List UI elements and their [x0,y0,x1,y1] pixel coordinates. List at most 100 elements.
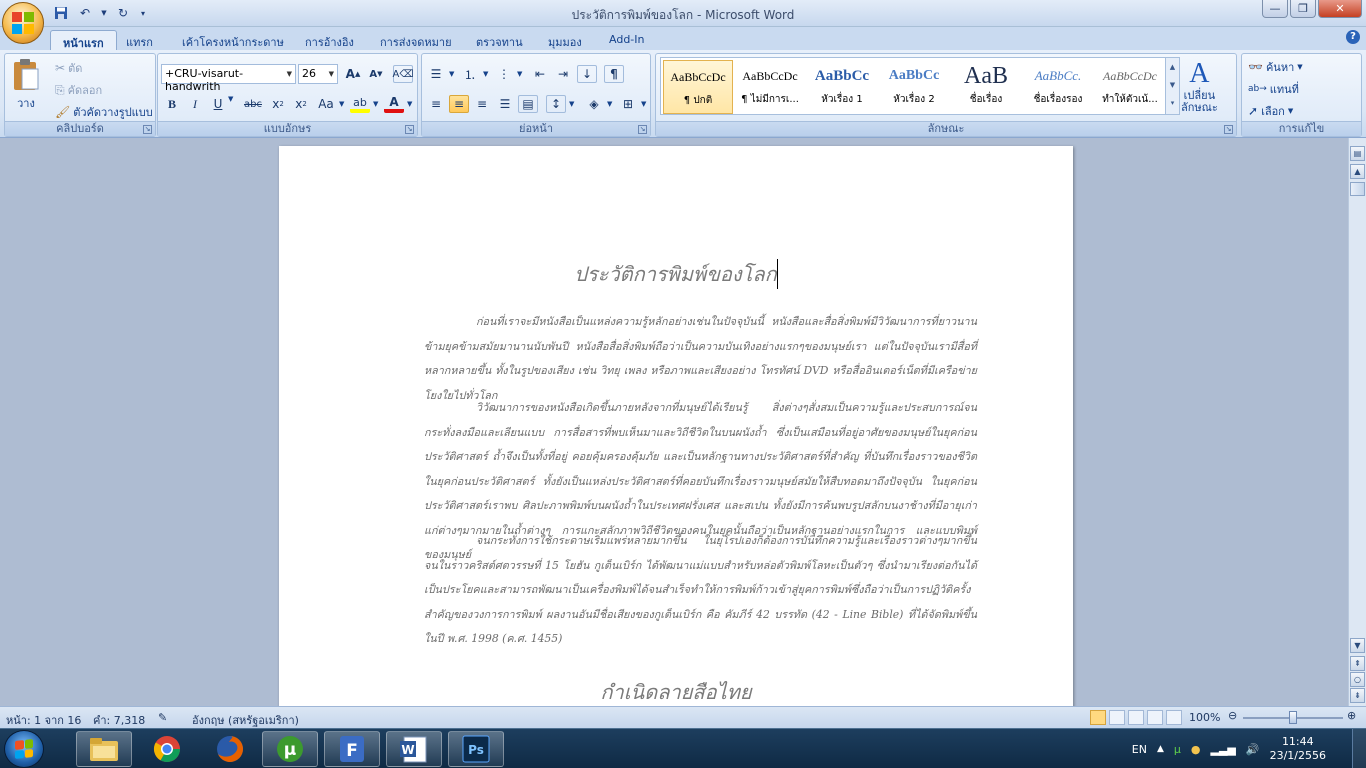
style-title[interactable]: AaB ชื่อเรื่อง [951,60,1021,114]
start-button[interactable] [4,730,44,768]
draft-icon[interactable] [1166,710,1182,725]
notification-icon[interactable]: ● [1191,743,1201,756]
office-button[interactable] [2,2,44,44]
tab-insert[interactable]: แทรก [114,30,165,50]
proofing-icon[interactable]: ✎ [158,711,167,724]
zoom-in-icon[interactable]: ⊕ [1347,709,1356,722]
distributed-button[interactable]: ▤ [518,95,538,113]
ruler-toggle-icon[interactable]: ▤ [1350,146,1365,161]
zoom-level[interactable]: 100% [1189,711,1220,724]
change-case-button[interactable]: Aa ▼ [316,95,344,113]
zoom-out-icon[interactable]: ⊖ [1228,709,1237,722]
full-screen-reading-icon[interactable] [1109,710,1125,725]
show-hidden-icons-icon[interactable]: ▲ [1157,744,1164,754]
underline-button[interactable]: U [208,95,228,113]
previous-page-icon[interactable]: ⇞ [1350,656,1365,671]
vertical-scrollbar[interactable]: ▤ ▲ ▼ ⇞ ○ ⇟ [1348,138,1366,706]
numbering-button[interactable]: ⒈ ▼ [460,65,488,83]
superscript-button[interactable]: x2 [291,95,311,113]
format-painter-button[interactable]: 🖌 ตัวคัดวางรูปแบบ [55,103,153,121]
windows-explorer-icon[interactable] [76,731,132,767]
close-button[interactable]: ✕ [1318,0,1362,18]
chevron-down-icon[interactable]: ▼ [1166,76,1179,94]
volume-icon[interactable]: 🔊 [1246,743,1260,756]
chevron-up-icon[interactable]: ▲ [1166,58,1179,76]
tab-view[interactable]: มุมมอง [536,30,594,50]
style-heading-2[interactable]: AaBbCc หัวเรื่อง 2 [879,60,949,114]
strikethrough-button[interactable]: abc [243,95,263,113]
page-count[interactable]: หน้า: 1 จาก 16 [6,711,81,729]
minimize-button[interactable]: — [1262,0,1288,18]
restore-button[interactable]: ❐ [1290,0,1316,18]
clipboard-launcher-icon[interactable]: ↘ [143,125,152,134]
line-spacing-button[interactable]: ↕ ▼ [546,95,574,113]
firefox-icon[interactable] [202,731,258,767]
font-color-button[interactable]: A ▼ [384,95,412,113]
style-subtle-emphasis[interactable]: AaBbCcDc ทำให้ตัวเน้... [1095,60,1165,114]
language-indicator[interactable]: EN [1132,743,1147,756]
document-title[interactable]: ประวัติการพิมพ์ของโลก [279,258,1073,290]
font-launcher-icon[interactable]: ↘ [405,125,414,134]
style-no-spacing[interactable]: AaBbCcDc ¶ ไม่มีการเ... [735,60,805,114]
sort-button[interactable]: ↓ [577,65,597,83]
font-size-dropdown[interactable]: 26 ▼ [298,64,338,84]
tab-page-layout[interactable]: เค้าโครงหน้ากระดาษ [170,30,296,50]
decrease-indent-button[interactable]: ⇤ [530,65,550,83]
align-left-button[interactable]: ≡ [426,95,446,113]
bullets-button[interactable]: ☰ ▼ [426,65,455,83]
font-name-dropdown[interactable]: +CRU-visarut-handwrith ▼ [161,64,296,93]
tab-mailings[interactable]: การส่งจดหมาย [368,30,464,50]
paragraph-launcher-icon[interactable]: ↘ [638,125,647,134]
utorrent-icon[interactable]: µ [262,731,318,767]
shrink-font-button[interactable]: A ▼ [366,65,386,83]
italic-button[interactable]: I [185,95,205,113]
shading-button[interactable]: ◈ ▼ [584,95,612,113]
language-status[interactable]: อังกฤษ (สหรัฐอเมริกา) [192,711,299,729]
microsoft-word-icon[interactable]: W [386,731,442,767]
grow-font-button[interactable]: A ▲ [343,65,363,83]
section-heading[interactable]: กำเนิดลายสือไทย [279,676,1073,706]
print-layout-icon[interactable] [1090,710,1106,725]
zoom-slider-thumb[interactable] [1289,711,1297,724]
style-normal[interactable]: AaBbCcDc ¶ ปกติ [663,60,733,114]
show-desktop-button[interactable] [1352,729,1366,768]
photoshop-icon[interactable]: Ps [448,731,504,767]
copy-button[interactable]: ⎘ คัดลอก [55,81,102,99]
tab-add-in[interactable]: Add-In [597,30,656,50]
bold-button[interactable]: B [162,95,182,113]
clock[interactable]: 11:44 23/1/2556 [1270,735,1326,763]
select-button[interactable]: ➚ เลือก ▼ [1248,102,1293,120]
foxit-reader-icon[interactable]: F [324,731,380,767]
tab-home[interactable]: หน้าแรก [50,30,117,50]
outline-icon[interactable] [1147,710,1163,725]
paragraph-3[interactable]: จนกระทั่งการใช้กระดาษเริ่มแพร่หลายมากขึ้… [424,529,977,652]
highlight-button[interactable]: ab ▼ [350,95,378,113]
more-icon[interactable]: ▾ [1166,94,1179,112]
scroll-down-icon[interactable]: ▼ [1350,638,1365,653]
align-center-button[interactable]: ≡ [449,95,469,113]
cut-button[interactable]: ✂ ตัด [55,59,82,77]
style-subtitle[interactable]: AaBbCc. ชื่อเรื่องรอง [1023,60,1093,114]
next-page-icon[interactable]: ⇟ [1350,688,1365,703]
document-page[interactable]: ประวัติการพิมพ์ของโลก ก่อนที่เราจะมีหนัง… [279,146,1073,706]
show-marks-button[interactable]: ¶ [604,65,624,83]
scroll-up-icon[interactable]: ▲ [1350,164,1365,179]
justify-button[interactable]: ☰ [495,95,515,113]
borders-button[interactable]: ⊞ ▼ [618,95,646,113]
network-signal-icon[interactable]: ▂▃▅ [1211,743,1236,756]
gallery-scroll[interactable]: ▲ ▼ ▾ [1165,58,1179,114]
scroll-thumb[interactable] [1350,182,1365,196]
change-styles-button[interactable]: A เปลี่ยน ลักษณะ [1181,58,1218,114]
word-count[interactable]: คำ: 7,318 [93,711,145,729]
clear-formatting-button[interactable]: A⌫ [393,65,414,83]
tab-review[interactable]: ตรวจทาน [464,30,535,50]
find-button[interactable]: 👓 ค้นหา ▼ [1248,58,1303,76]
increase-indent-button[interactable]: ⇥ [553,65,573,83]
tab-references[interactable]: การอ้างอิง [293,30,366,50]
align-right-button[interactable]: ≡ [472,95,492,113]
help-icon[interactable]: ? [1346,30,1360,44]
style-heading-1[interactable]: AaBbCc หัวเรื่อง 1 [807,60,877,114]
google-chrome-icon[interactable] [139,731,195,767]
paste-button[interactable]: วาง [11,58,41,112]
subscript-button[interactable]: x2 [268,95,288,113]
